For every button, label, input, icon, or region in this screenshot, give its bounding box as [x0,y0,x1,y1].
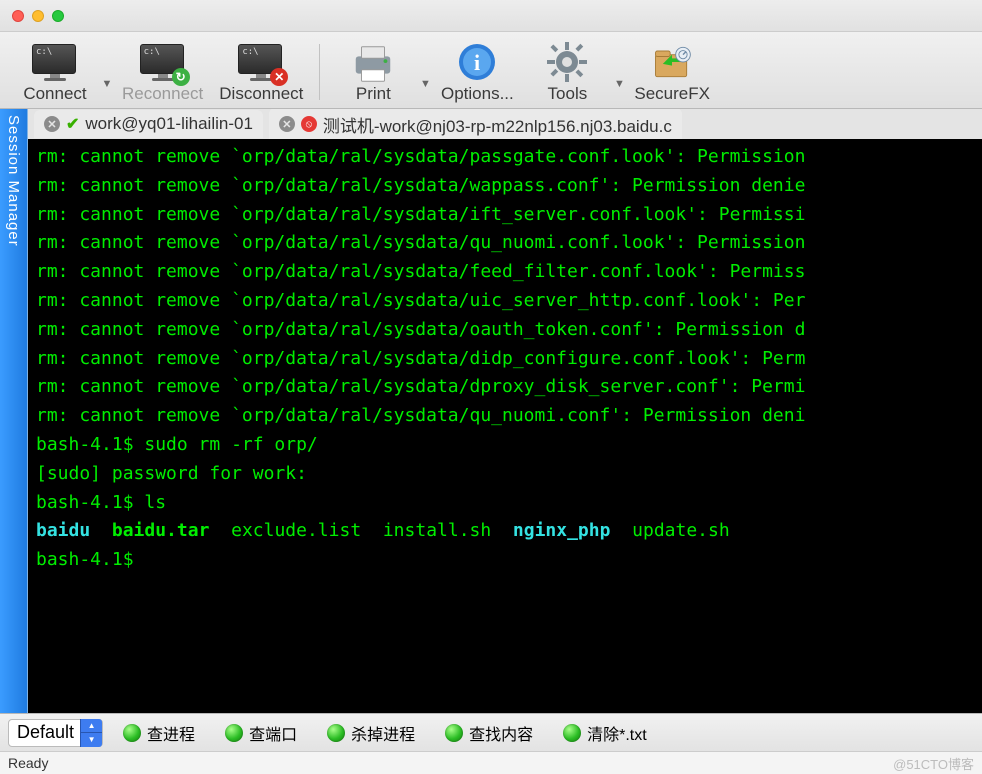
bullet-icon [327,724,345,742]
svg-text:i: i [474,50,480,75]
connected-icon: ✔ [66,114,79,134]
tab-session-1[interactable]: ✕ ✔ work@yq01-lihailin-01 [34,110,263,138]
zoom-window-button[interactable] [52,10,64,22]
profile-combo-value: Default [17,722,74,743]
command-label: 查端口 [249,721,297,745]
command-label: 查进程 [147,721,195,745]
close-icon[interactable]: ✕ [44,116,60,132]
monitor-reconnect-icon: ↻ [140,44,186,84]
tools-button[interactable]: Tools [522,38,612,108]
terminal-line: rm: cannot remove `orp/data/ral/sysdata/… [36,229,974,258]
command-bar: Default ▲▼ 查进程 查端口 杀掉进程 查找内容 清除*.txt [0,713,982,751]
window-controls [12,10,64,22]
bullet-icon [563,724,581,742]
command-button[interactable]: 杀掉进程 [327,721,415,745]
main-toolbar: Connect ▼ ↻ Reconnect ✕ Disconnect Print… [0,32,982,109]
reconnect-button[interactable]: ↻ Reconnect [114,42,211,108]
command-label: 杀掉进程 [351,721,415,745]
profile-combo[interactable]: Default ▲▼ [8,719,103,747]
close-icon[interactable]: ✕ [279,116,295,132]
tools-dropdown[interactable]: ▼ [612,78,626,108]
tab-bar: ✕ ✔ work@yq01-lihailin-01 ✕ ⦸ 测试机-work@n… [28,109,982,139]
connect-label: Connect [23,84,86,104]
blocked-icon: ⦸ [301,116,317,132]
close-window-button[interactable] [12,10,24,22]
terminal-line: bash-4.1$ ls [36,489,974,518]
command-label: 查找内容 [469,721,533,745]
bullet-icon [445,724,463,742]
securefx-button[interactable]: SecureFX [626,38,718,108]
status-bar: Ready @51CTO博客 [0,751,982,774]
terminal-line: rm: cannot remove `orp/data/ral/sysdata/… [36,172,974,201]
stepper-icon[interactable]: ▲▼ [80,719,102,747]
printer-icon [350,44,396,84]
command-button[interactable]: 查找内容 [445,721,533,745]
tab-label: work@yq01-lihailin-01 [85,114,253,134]
securefx-label: SecureFX [634,84,710,104]
info-icon: i [455,40,499,84]
watermark-text: @51CTO博客 [893,754,974,773]
terminal-line: rm: cannot remove `orp/data/ral/sysdata/… [36,258,974,287]
disconnect-button[interactable]: ✕ Disconnect [211,42,311,108]
command-button[interactable]: 清除*.txt [563,721,647,745]
command-button[interactable]: 查端口 [225,721,297,745]
disconnect-label: Disconnect [219,84,303,104]
terminal-line: rm: cannot remove `orp/data/ral/sysdata/… [36,316,974,345]
options-button[interactable]: i Options... [432,38,522,108]
tab-label: 测试机-work@nj03-rp-m22nlp156.nj03.baidu.c [323,112,672,137]
terminal-output[interactable]: rm: cannot remove `orp/data/ral/sysdata/… [28,139,982,713]
minimize-window-button[interactable] [32,10,44,22]
terminal-prompt: bash-4.1$ [36,546,974,575]
session-manager-label: Session Manager [5,115,22,247]
connect-dropdown[interactable]: ▼ [100,78,114,108]
terminal-line: rm: cannot remove `orp/data/ral/sysdata/… [36,143,974,172]
bullet-icon [123,724,141,742]
command-button[interactable]: 查进程 [123,721,195,745]
monitor-disconnect-icon: ✕ [238,44,284,84]
tools-label: Tools [548,84,588,104]
terminal-line: rm: cannot remove `orp/data/ral/sysdata/… [36,201,974,230]
monitor-icon [32,44,78,84]
print-button[interactable]: Print [328,42,418,108]
terminal-line: rm: cannot remove `orp/data/ral/sysdata/… [36,402,974,431]
securefx-icon [650,40,694,84]
session-manager-panel[interactable]: Session Manager [0,109,28,713]
terminal-line: baidu baidu.tar exclude.list install.sh … [36,517,974,546]
terminal-line: rm: cannot remove `orp/data/ral/sysdata/… [36,373,974,402]
gear-icon [545,40,589,84]
terminal-line: rm: cannot remove `orp/data/ral/sysdata/… [36,345,974,374]
options-label: Options... [441,84,514,104]
bullet-icon [225,724,243,742]
title-bar [0,0,982,32]
tab-session-2[interactable]: ✕ ⦸ 测试机-work@nj03-rp-m22nlp156.nj03.baid… [269,109,682,139]
connect-button[interactable]: Connect [10,42,100,108]
status-text: Ready [8,755,48,771]
print-dropdown[interactable]: ▼ [418,78,432,108]
terminal-line: rm: cannot remove `orp/data/ral/sysdata/… [36,287,974,316]
terminal-line: [sudo] password for work: [36,460,974,489]
terminal-line: bash-4.1$ sudo rm -rf orp/ [36,431,974,460]
print-label: Print [356,84,391,104]
reconnect-label: Reconnect [122,84,203,104]
command-label: 清除*.txt [587,721,647,745]
